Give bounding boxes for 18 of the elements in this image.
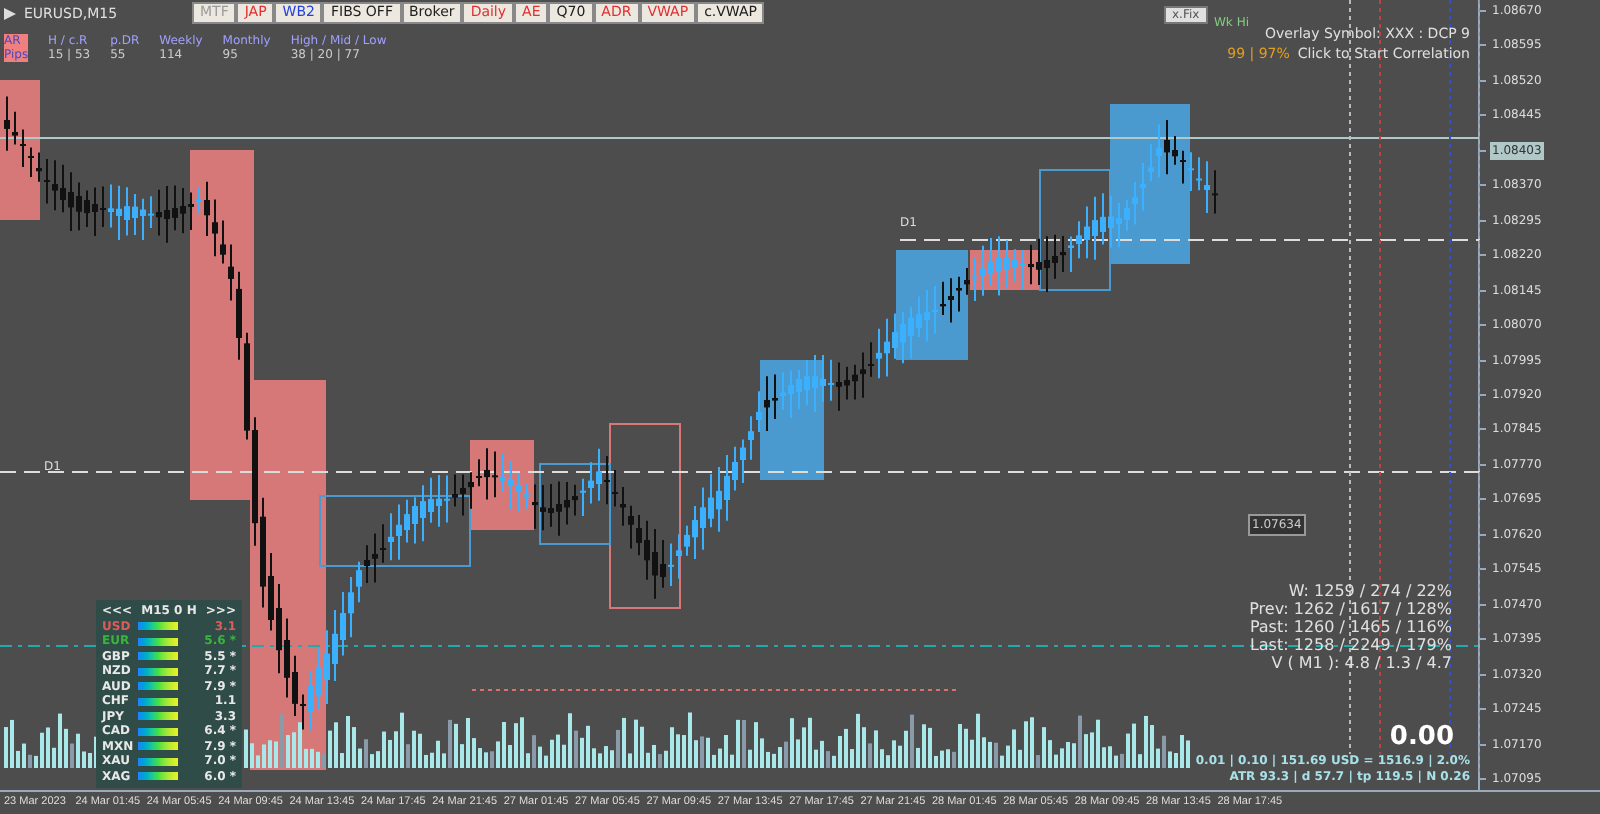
strength-bar [138,682,178,691]
strength-bar [138,772,178,781]
strength-bar [138,622,178,631]
strength-bar [138,652,178,661]
strength-bar [138,742,178,751]
stats-line: Past: 1260 / 1465 / 116% [1249,618,1452,636]
strength-bar [138,697,178,706]
stats-line: Prev: 1262 / 1617 / 128% [1249,600,1452,618]
strength-bar [138,757,178,766]
strength-bar [138,667,178,676]
stats-line: W: 1259 / 274 / 22% [1288,582,1452,600]
stats-line: Last: 1258 / 2249 / 179% [1249,636,1452,654]
strength-bar [138,637,178,646]
profit-value: 0.00 [1389,722,1454,752]
strength-bar [138,727,178,736]
stats-line: V ( M1 ): 4.8 / 1.3 / 4.7 [1271,654,1452,672]
strength-bar [138,712,178,721]
triangle-icon [4,8,16,21]
